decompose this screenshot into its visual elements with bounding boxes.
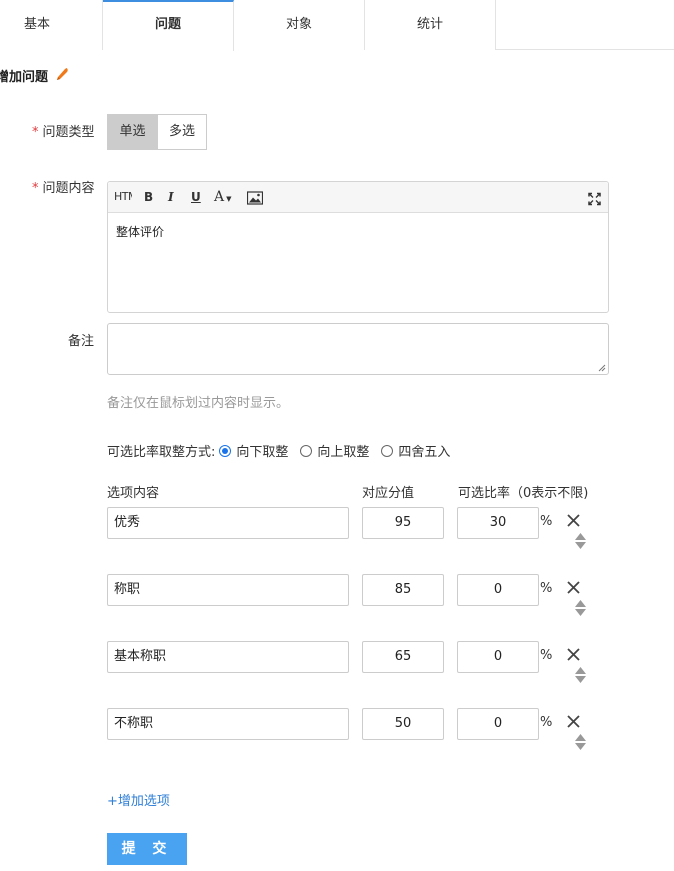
note-textarea[interactable] (107, 323, 609, 375)
note-hint: 备注仅在鼠标划过内容时显示。 (107, 396, 290, 411)
italic-button[interactable]: I (168, 188, 174, 206)
image-icon[interactable] (247, 189, 263, 207)
rounding-row: 可选比率取整方式: 向下取整 向上取整 四舍五入 (107, 441, 462, 460)
column-score-header: 对应分值 (362, 486, 415, 501)
percent-sign: % (540, 514, 553, 529)
type-single-button[interactable]: 单选 (108, 115, 157, 149)
submit-button[interactable]: 提 交 (107, 833, 187, 865)
option-score-input[interactable]: 65 (362, 641, 444, 673)
percent-sign: % (540, 581, 553, 596)
bold-button[interactable]: B (144, 188, 153, 206)
radio-icon[interactable] (219, 444, 232, 457)
remove-option-icon[interactable] (567, 648, 580, 661)
option-rate-input[interactable]: 0 (457, 708, 539, 740)
tab-statistics[interactable]: 统计 (365, 0, 496, 50)
sort-icon[interactable] (575, 734, 586, 750)
remove-option-icon[interactable] (567, 715, 580, 728)
fullscreen-icon[interactable] (588, 190, 601, 208)
type-toggle: 单选 多选 (107, 114, 207, 150)
type-multiple-button[interactable]: 多选 (157, 115, 206, 149)
option-rate-input[interactable]: 0 (457, 641, 539, 673)
sort-icon[interactable] (575, 600, 586, 616)
rounding-label: 可选比率取整方式: (107, 445, 216, 460)
section-title: 增加问题 (0, 70, 49, 85)
percent-sign: % (540, 648, 553, 663)
percent-sign: % (540, 715, 553, 730)
pen-icon (57, 68, 68, 80)
type-label: * 问题类型 (32, 125, 95, 140)
radio-icon[interactable] (300, 444, 313, 457)
option-name-input[interactable]: 不称职 (107, 708, 349, 740)
editor-content[interactable]: 整体评价 (108, 213, 608, 250)
option-name-input[interactable]: 称职 (107, 574, 349, 606)
add-option-link[interactable]: +增加选项 (107, 790, 170, 809)
tab-basic[interactable]: 基本 (0, 0, 103, 50)
sort-icon[interactable] (575, 533, 586, 549)
html-source-button[interactable]: HTML (114, 188, 132, 206)
rounding-ceil-option[interactable]: 向上取整 (300, 441, 369, 460)
note-label: 备注 (68, 334, 95, 349)
option-rate-input[interactable]: 0 (457, 574, 539, 606)
editor-toolbar: HTML B I U A▼ (108, 182, 608, 213)
resize-grip-icon[interactable] (598, 364, 606, 372)
tab-questions[interactable]: 问题 (103, 0, 234, 51)
option-rate-input[interactable]: 30 (457, 507, 539, 539)
option-name-input[interactable]: 优秀 (107, 507, 349, 539)
content-label: * 问题内容 (32, 181, 95, 196)
option-name-input[interactable]: 基本称职 (107, 641, 349, 673)
sort-icon[interactable] (575, 667, 586, 683)
rounding-floor-option[interactable]: 向下取整 (219, 441, 288, 460)
column-rate-header: 可选比率（0表示不限) (458, 486, 589, 501)
radio-icon[interactable] (381, 444, 394, 457)
option-score-input[interactable]: 95 (362, 507, 444, 539)
remove-option-icon[interactable] (567, 514, 580, 527)
rich-text-editor: HTML B I U A▼ 整体评价 (107, 181, 609, 313)
column-option-header: 选项内容 (107, 486, 160, 501)
remove-option-icon[interactable] (567, 581, 580, 594)
option-score-input[interactable]: 50 (362, 708, 444, 740)
underline-button[interactable]: U (191, 188, 201, 206)
tab-bar: 基本 问题 对象 统计 (0, 0, 674, 51)
rounding-round-option[interactable]: 四舍五入 (381, 441, 450, 460)
tab-objects[interactable]: 对象 (234, 0, 365, 50)
font-color-button[interactable]: A ▼ (214, 188, 232, 206)
option-score-input[interactable]: 85 (362, 574, 444, 606)
